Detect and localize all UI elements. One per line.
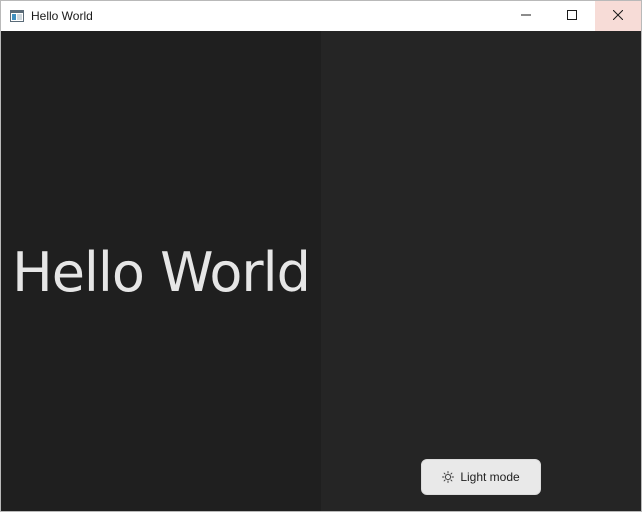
light-mode-label: Light mode [460, 470, 520, 484]
app-window: Hello World Hello World Light mode [0, 0, 642, 512]
light-mode-button[interactable]: Light mode [421, 459, 541, 495]
hello-heading-container: Hello World [1, 31, 321, 511]
maximize-icon [567, 7, 577, 25]
close-icon [612, 7, 624, 25]
title-bar[interactable]: Hello World [1, 1, 641, 31]
sun-icon [442, 471, 455, 483]
hello-heading: Hello World [12, 240, 311, 304]
left-pane: Hello World [1, 31, 321, 511]
window-app-icon [10, 9, 24, 22]
right-pane: Light mode [321, 31, 641, 511]
window-content: Hello World Light mode [1, 31, 641, 511]
window-title: Hello World [31, 9, 93, 23]
close-button[interactable] [595, 1, 641, 31]
maximize-button[interactable] [549, 1, 595, 31]
minimize-icon [521, 7, 531, 25]
minimize-button[interactable] [503, 1, 549, 31]
